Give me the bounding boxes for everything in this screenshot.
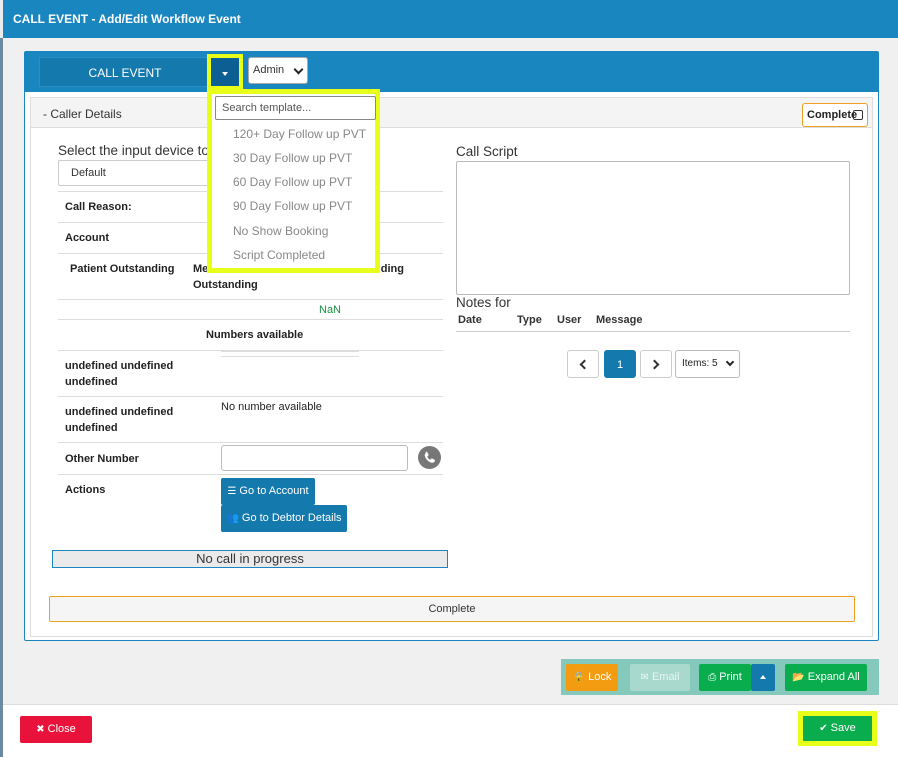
contact-name-2: undefined undefined (65, 406, 174, 418)
check-circle-icon: ✔ (819, 723, 828, 734)
chevron-down-icon (293, 64, 304, 75)
admin-select-value: Admin (253, 64, 285, 76)
checkbox-icon (853, 110, 863, 120)
notes-label: Notes for (456, 295, 511, 310)
lock-label: Lock (588, 671, 612, 683)
template-option[interactable]: 60 Day Follow up PVT (233, 175, 352, 189)
number-line (221, 356, 359, 357)
medical-aid-outstanding-label: Outstanding (193, 279, 258, 291)
modal-body: CALL EVENT Admin - Caller Details Comple… (3, 38, 898, 704)
outstanding-value: NaN (319, 304, 342, 316)
complete-checkbox[interactable]: Complete (802, 103, 868, 127)
collapse-toggle[interactable]: - (43, 107, 47, 121)
items-per-page-select[interactable]: Items: 5 (675, 350, 740, 378)
email-label: Email (651, 671, 680, 683)
caller-details-panel: - Caller Details Complete Select the inp… (30, 97, 873, 637)
save-label: Save (830, 722, 856, 734)
number-line (221, 351, 359, 352)
modal-title: CALL EVENT - Add/Edit Workflow Event (13, 12, 241, 26)
call-event-button[interactable]: CALL EVENT (39, 57, 211, 87)
template-dropdown-menu: Search template... 120+ Day Follow up PV… (207, 89, 380, 273)
template-option[interactable]: 30 Day Follow up PVT (233, 151, 352, 165)
phone-icon[interactable] (418, 446, 441, 469)
contact-name-2-line2: undefined (65, 422, 118, 434)
other-number-label: Other Number (65, 453, 139, 465)
email-button[interactable]: ✉ Email (630, 664, 690, 691)
input-device-label: Select the input device to (58, 143, 209, 158)
other-number-input[interactable] (221, 445, 408, 471)
close-label: Close (47, 723, 76, 735)
notes-col-message: Message (596, 314, 643, 326)
call-event-toolbar: CALL EVENT Admin (25, 52, 878, 92)
envelope-icon: ✉ (640, 672, 649, 683)
prev-page-button[interactable] (567, 350, 599, 378)
caret-down-icon (222, 72, 228, 76)
close-button[interactable]: ✖ Close (20, 716, 92, 743)
divider (58, 299, 443, 300)
medical-aid-label-partial: Me (193, 263, 209, 275)
notes-col-user: User (557, 314, 582, 326)
call-status-bar: No call in progress (52, 550, 448, 568)
action-bar: 🔒 Lock ✉ Email ⎙ Print 📂 Expand All (561, 659, 879, 695)
template-option[interactable]: Script Completed (233, 248, 325, 262)
lock-icon: 🔒 (572, 672, 586, 683)
template-option[interactable]: 90 Day Follow up PVT (233, 199, 352, 213)
notes-col-date: Date (458, 314, 482, 326)
actions-label: Actions (65, 484, 106, 496)
no-number-text: No number available (221, 401, 322, 413)
items-per-page-value: Items: 5 (682, 358, 718, 369)
print-icon: ⎙ (708, 672, 717, 683)
workflow-event-modal: CALL EVENT - Add/Edit Workflow Event CAL… (3, 0, 898, 757)
expand-all-label: Expand All (807, 671, 860, 683)
go-to-debtor-label: Go to Debtor Details (241, 512, 342, 524)
template-dropdown-toggle[interactable] (207, 54, 243, 90)
print-button[interactable]: ⎙ Print (699, 664, 751, 691)
chevron-right-icon (649, 359, 660, 370)
divider (58, 442, 443, 443)
template-option[interactable]: No Show Booking (233, 224, 328, 238)
expand-all-button[interactable]: 📂 Expand All (785, 664, 867, 691)
modal-footer: ✖ Close ✔ Save (3, 704, 898, 757)
save-button[interactable]: ✔ Save (803, 716, 872, 741)
go-to-account-label: Go to Account (239, 485, 309, 497)
page-1-button[interactable]: 1 (604, 350, 636, 378)
account-label: Account (65, 232, 109, 244)
call-event-panel: CALL EVENT Admin - Caller Details Comple… (24, 51, 879, 641)
caller-details-header[interactable]: - Caller Details Complete (31, 98, 872, 128)
print-label: Print (719, 671, 742, 683)
list-icon: ☰ (227, 486, 237, 497)
caller-details-label: Caller Details (50, 107, 122, 121)
template-search-input[interactable]: Search template... (215, 96, 376, 120)
save-highlight: ✔ Save (798, 711, 877, 746)
divider (58, 319, 443, 320)
modal-header: CALL EVENT - Add/Edit Workflow Event (3, 0, 898, 38)
template-option[interactable]: 120+ Day Follow up PVT (233, 127, 366, 141)
lock-button[interactable]: 🔒 Lock (566, 664, 618, 691)
complete-button[interactable]: Complete (49, 596, 855, 622)
call-script-label: Call Script (456, 144, 518, 159)
folder-open-icon: 📂 (792, 672, 805, 683)
notes-col-type: Type (517, 314, 542, 326)
contact-name-1-line2: undefined (65, 376, 118, 388)
next-page-button[interactable] (640, 350, 672, 378)
go-to-debtor-details-button[interactable]: 👥 Go to Debtor Details (221, 505, 347, 532)
contact-name-1: undefined undefined (65, 360, 174, 372)
print-options-toggle[interactable] (751, 664, 775, 691)
call-reason-label: Call Reason: (65, 201, 132, 213)
chevron-down-icon (725, 357, 735, 367)
admin-select[interactable]: Admin (248, 57, 308, 84)
numbers-available-label: Numbers available (206, 329, 304, 341)
complete-checkbox-label: Complete (807, 109, 858, 121)
go-to-account-button[interactable]: ☰ Go to Account (221, 478, 315, 505)
caller-details-title: - Caller Details (43, 107, 122, 121)
times-circle-icon: ✖ (36, 724, 45, 735)
chevron-left-icon (579, 359, 590, 370)
patient-outstanding-label: Patient Outstanding (70, 263, 175, 275)
divider (58, 474, 443, 475)
caret-up-icon (760, 675, 766, 680)
divider (58, 396, 443, 397)
notes-header-divider (456, 331, 850, 332)
call-script-textarea[interactable] (456, 161, 850, 295)
users-icon: 👥 (226, 513, 239, 524)
